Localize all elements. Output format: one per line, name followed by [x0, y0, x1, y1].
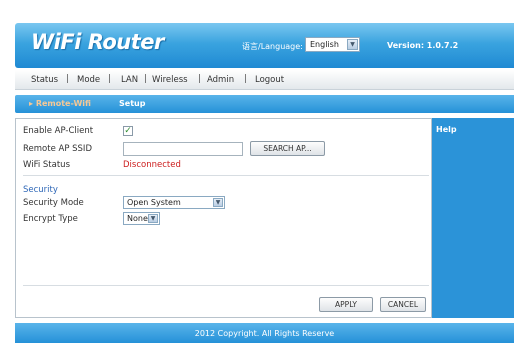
enable-ap-client-label: Enable AP-Client — [23, 126, 94, 136]
security-mode-label: Security Mode — [23, 198, 84, 208]
section-divider — [23, 175, 429, 176]
menu-mode[interactable]: Mode — [77, 75, 100, 85]
settings-panel: Enable AP-Client ✓ Remote AP SSID SEARCH… — [15, 118, 432, 318]
main-menu: Status | Mode | LAN | Wireless | Admin |… — [15, 70, 514, 90]
security-mode-select[interactable]: Open System ▼ — [123, 196, 225, 209]
menu-lan[interactable]: LAN — [121, 75, 138, 85]
menu-separator: | — [66, 74, 70, 84]
tab-remote-wifi-label: Remote-Wifi — [35, 99, 91, 108]
remote-ssid-input[interactable] — [123, 142, 243, 156]
menu-separator: | — [144, 74, 148, 84]
chevron-down-icon: ▼ — [148, 214, 158, 223]
tab-remote-wifi[interactable]: ▸ Remote-Wifi — [29, 99, 91, 108]
help-title: Help — [436, 125, 457, 134]
language-select[interactable]: English ▼ — [305, 37, 360, 52]
footer-divider — [23, 285, 429, 286]
menu-separator: | — [244, 74, 248, 84]
header-banner: WiFi Router 语言/Language: English ▼ Versi… — [15, 23, 514, 68]
enable-ap-client-checkbox[interactable]: ✓ — [123, 126, 133, 136]
menu-admin[interactable]: Admin — [207, 75, 234, 85]
security-mode-value: Open System — [127, 198, 181, 207]
firmware-version: Version: 1.0.7.2 — [387, 41, 459, 50]
remote-ssid-label: Remote AP SSID — [23, 144, 92, 154]
search-ap-button[interactable]: SEARCH AP... — [250, 141, 325, 156]
security-section-title: Security — [23, 185, 58, 195]
apply-button[interactable]: APPLY — [319, 297, 373, 312]
wifi-status-label: WiFi Status — [23, 160, 70, 170]
encrypt-type-value: None — [127, 214, 148, 223]
language-selected-value: English — [310, 40, 339, 49]
router-logo: WiFi Router — [31, 30, 164, 54]
menu-separator: | — [108, 74, 112, 84]
page-footer: 2012 Copyright. All Rights Reserve — [15, 323, 514, 343]
help-panel: Help — [432, 118, 514, 318]
sub-navigation: ▸ Remote-Wifi Setup — [15, 95, 514, 113]
menu-separator: | — [198, 74, 202, 84]
chevron-down-icon: ▼ — [347, 39, 358, 50]
cancel-button[interactable]: CANCEL — [380, 297, 426, 312]
wifi-status-value: Disconnected — [123, 160, 181, 170]
language-label: 语言/Language: — [242, 42, 303, 51]
menu-status[interactable]: Status — [31, 75, 58, 85]
encrypt-type-select[interactable]: None ▼ — [123, 212, 160, 225]
menu-logout[interactable]: Logout — [255, 75, 284, 85]
menu-wireless[interactable]: Wireless — [152, 75, 188, 85]
chevron-down-icon: ▼ — [213, 198, 223, 207]
encrypt-type-label: Encrypt Type — [23, 214, 78, 224]
copyright-text: 2012 Copyright. All Rights Reserve — [194, 329, 335, 338]
tab-setup[interactable]: Setup — [119, 99, 145, 108]
